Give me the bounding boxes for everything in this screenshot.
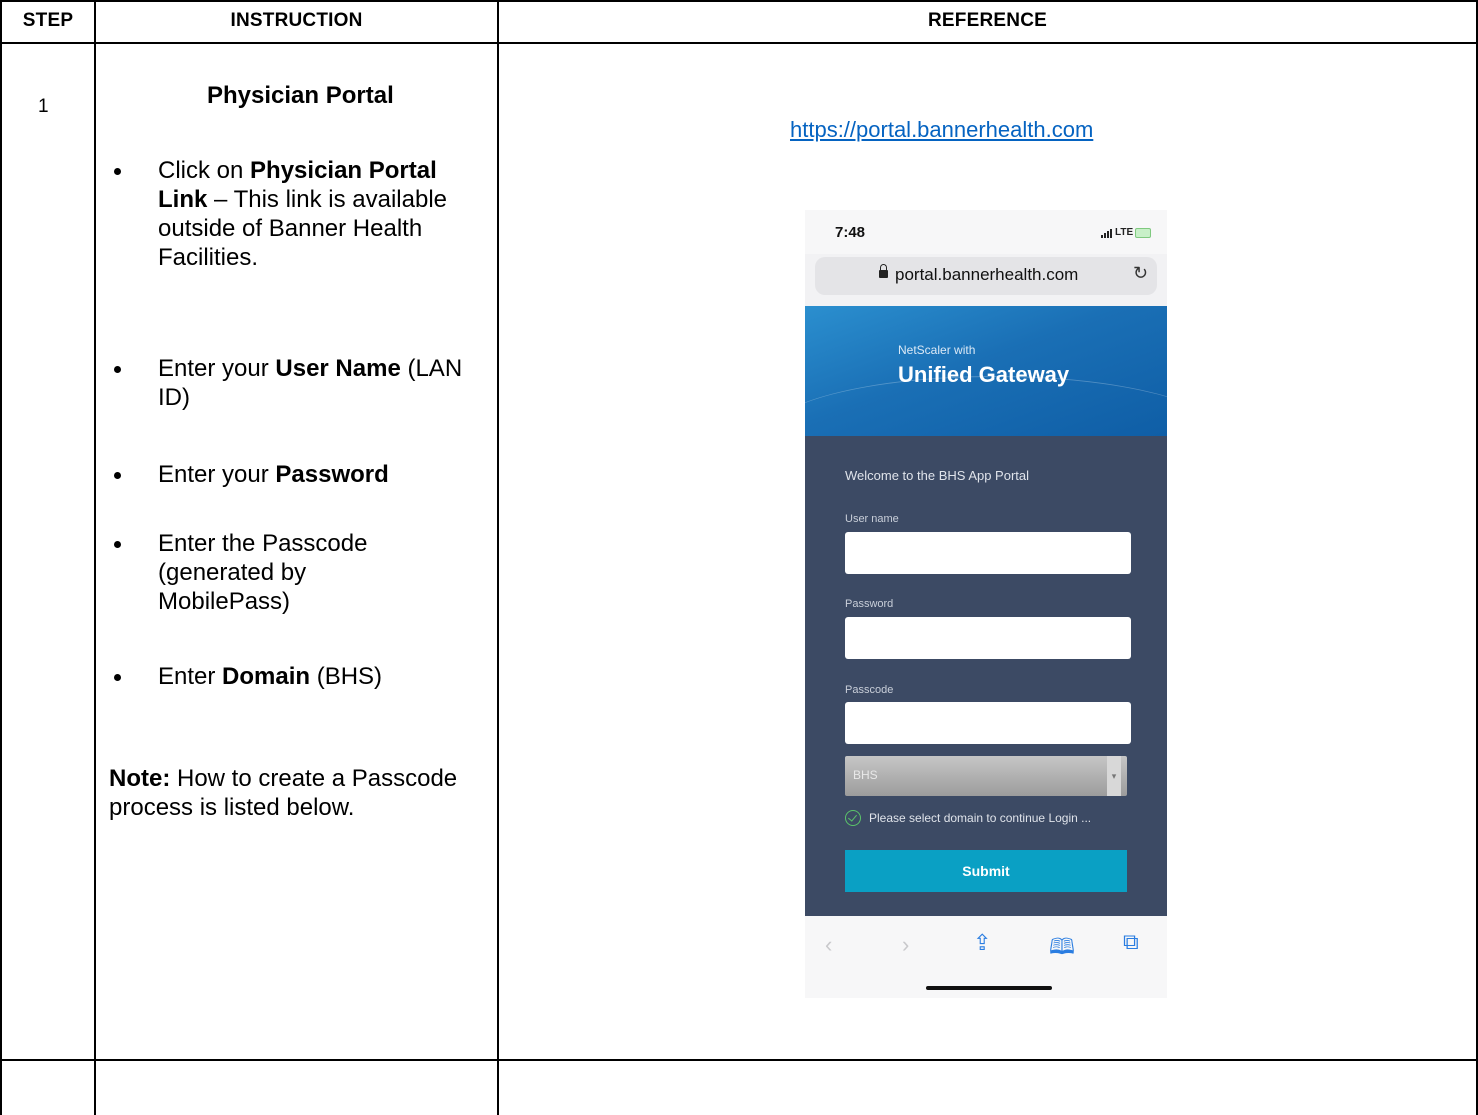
browser-toolbar: ‹ › ⇪ 🕮 ⧉ bbox=[805, 916, 1167, 998]
instruction-note: Note: How to create a Passcode process i… bbox=[109, 765, 458, 821]
status-bar: 7:48 LTE bbox=[805, 210, 1167, 254]
password-input[interactable] bbox=[845, 617, 1131, 659]
table-border-top bbox=[0, 0, 1478, 2]
address-bar[interactable]: portal.bannerhealth.com ↻ bbox=[815, 257, 1157, 295]
battery-icon bbox=[1135, 228, 1152, 238]
bullet-text: Enter the Passcode (generated by MobileP… bbox=[158, 530, 368, 615]
reload-icon[interactable]: ↻ bbox=[1133, 263, 1148, 284]
bullet-icon bbox=[114, 168, 121, 175]
chevron-down-icon: ▾ bbox=[1107, 756, 1121, 796]
table-border-col1 bbox=[94, 0, 96, 1115]
network-label: LTE bbox=[1115, 227, 1134, 238]
bullet-icon bbox=[114, 472, 121, 479]
bookmarks-icon[interactable]: 🕮 bbox=[1049, 930, 1075, 968]
table-border-row bbox=[0, 1059, 1478, 1061]
domain-value: BHS bbox=[853, 768, 878, 782]
brand-title: Unified Gateway bbox=[898, 362, 1070, 387]
check-circle-icon bbox=[845, 810, 861, 826]
address-text: portal.bannerhealth.com bbox=[895, 265, 1079, 284]
domain-select[interactable]: BHS ▾ bbox=[845, 756, 1127, 796]
table-border-left bbox=[0, 0, 2, 1115]
brand-small: NetScaler with bbox=[898, 343, 976, 357]
back-icon[interactable]: ‹ bbox=[825, 932, 832, 958]
bullet-text: Enter Domain (BHS) bbox=[158, 663, 383, 690]
instruction-title: Physician Portal bbox=[207, 82, 394, 109]
header-reference: REFERENCE bbox=[928, 10, 1047, 31]
user-name-input[interactable] bbox=[845, 532, 1131, 574]
gateway-banner: NetScaler with Unified Gateway bbox=[805, 306, 1167, 436]
bullet-text: Click on Physician Portal Link – This li… bbox=[158, 157, 448, 271]
phone-screenshot: 7:48 LTE portal.bannerhealth.com ↻ NetSc… bbox=[805, 210, 1167, 998]
home-indicator bbox=[926, 986, 1052, 990]
bullet-text: Enter your User Name (LAN ID) bbox=[158, 355, 463, 411]
portal-link[interactable]: https://portal.bannerhealth.com bbox=[790, 117, 1093, 143]
password-label: Password bbox=[845, 598, 894, 610]
table-border-col2 bbox=[497, 0, 499, 1115]
welcome-text: Welcome to the BHS App Portal bbox=[845, 468, 1030, 483]
tabs-icon[interactable]: ⧉ bbox=[1123, 929, 1139, 955]
lock-icon bbox=[879, 264, 888, 278]
bullet-icon bbox=[114, 674, 121, 681]
status-time: 7:48 bbox=[835, 224, 866, 241]
submit-button[interactable]: Submit bbox=[845, 850, 1127, 892]
bullet-text: Enter your Password bbox=[158, 461, 389, 488]
header-step: STEP bbox=[22, 10, 74, 31]
forward-icon[interactable]: › bbox=[902, 932, 909, 958]
bullet-icon bbox=[114, 541, 121, 548]
share-icon[interactable]: ⇪ bbox=[973, 930, 991, 956]
passcode-label: Passcode bbox=[845, 684, 894, 696]
user-name-label: User name bbox=[845, 513, 899, 525]
hint-text: Please select domain to continue Login .… bbox=[869, 811, 1092, 825]
passcode-input[interactable] bbox=[845, 702, 1131, 744]
step-number: 1 bbox=[38, 96, 49, 117]
signal-icon: LTE bbox=[1101, 227, 1152, 238]
domain-hint: Please select domain to continue Login .… bbox=[845, 810, 1091, 826]
bullet-icon bbox=[114, 366, 121, 373]
header-instruction: INSTRUCTION bbox=[230, 10, 363, 31]
instruction-table: STEP INSTRUCTION REFERENCE 1 Physician P… bbox=[0, 0, 1478, 1115]
login-form: Welcome to the BHS App Portal User name … bbox=[805, 436, 1167, 916]
table-border-header bbox=[0, 42, 1478, 44]
